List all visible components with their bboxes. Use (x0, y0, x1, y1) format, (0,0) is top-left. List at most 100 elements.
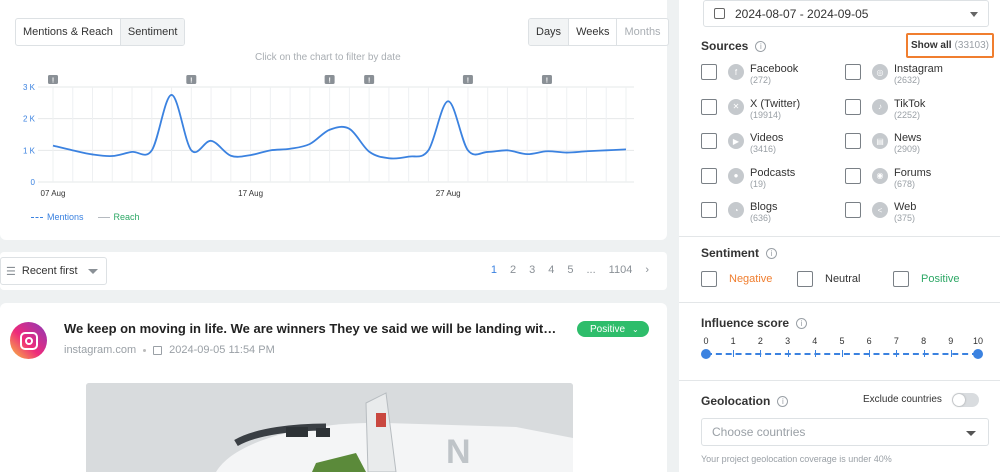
mentions-line-chart[interactable]: 0 1 K 2 K 3 K 07 Aug 17 Aug 27 Aug!!!!!! (0, 70, 667, 200)
influence-tick-label: 6 (866, 336, 872, 346)
source-checkbox[interactable] (701, 64, 717, 80)
mention-title[interactable]: We keep on moving in life. We are winner… (64, 321, 564, 336)
source-checkbox[interactable] (845, 202, 861, 218)
page-2[interactable]: 2 (510, 264, 516, 276)
sentiment-filter-label: Sentiment (701, 246, 760, 260)
source-checkbox[interactable] (845, 64, 861, 80)
source-option-podcasts[interactable]: ● Podcasts (19) (701, 166, 796, 190)
source-option-forums[interactable]: ◉ Forums (678) (845, 166, 932, 190)
annotation-marker-glyph: ! (467, 78, 469, 85)
source-checkbox[interactable] (701, 167, 717, 184)
sort-label: Recent first (21, 265, 78, 277)
page-3[interactable]: 3 (529, 264, 535, 276)
source-count: (375) (894, 213, 916, 223)
sentiment-positive-option[interactable]: Positive (893, 271, 960, 287)
x-tick-label: 17 Aug (238, 189, 263, 198)
source-option-instagram[interactable]: ◎ Instagram (2632) (845, 64, 943, 86)
source-checkbox[interactable] (845, 98, 861, 115)
countries-select[interactable]: Choose countries (701, 418, 989, 446)
source-option-blogs[interactable]: ◔ Blogs (636) (701, 202, 778, 224)
days-tab[interactable]: Days (529, 19, 570, 45)
slider-max-handle[interactable] (973, 349, 983, 359)
airplane-photo: N (86, 383, 573, 472)
info-icon[interactable]: i (755, 40, 767, 52)
page-1[interactable]: 1 (491, 264, 497, 276)
mentions-chart-card: Mentions & Reach Sentiment Days Weeks Mo… (0, 0, 669, 240)
info-icon[interactable]: i (796, 317, 808, 329)
sort-icon: ☰ (6, 265, 16, 278)
separator-dot (143, 348, 147, 352)
annotation-marker-glyph: ! (328, 78, 330, 85)
annotation-marker-glyph: ! (546, 78, 548, 85)
show-all-sources-button[interactable]: Show all (33103) (906, 33, 994, 58)
legend-mentions-label: Mentions (47, 212, 84, 222)
influence-tick-label: 9 (948, 336, 954, 346)
mention-source[interactable]: instagram.com (64, 344, 136, 356)
series-mentions-line (52, 94, 627, 160)
source-name: Forums (894, 166, 932, 179)
source-option-news[interactable]: ▤ News (2909) (845, 133, 922, 155)
show-all-count: (33103) (954, 40, 990, 51)
influence-tick-label: 0 (703, 336, 709, 346)
mention-image[interactable]: N (86, 383, 573, 472)
sentiment-negative-option[interactable]: Negative (701, 271, 772, 287)
instagram-icon (10, 322, 47, 359)
source-count: (2252) (894, 109, 921, 120)
mention-date: 2024-09-05 11:54 PM (169, 344, 275, 356)
positive-label: Positive (921, 273, 960, 285)
legend-mentions[interactable]: Mentions (31, 212, 84, 222)
legend-reach[interactable]: Reach (97, 212, 140, 222)
influence-tick-mark (923, 350, 925, 357)
annotation-marker-glyph: ! (190, 78, 192, 85)
page-last[interactable]: 1104 (609, 264, 633, 276)
source-checkbox[interactable] (845, 167, 861, 184)
source-checkbox[interactable] (701, 202, 717, 218)
influence-tick-label: 4 (812, 336, 818, 346)
share-icon: < (872, 202, 888, 218)
countries-placeholder: Choose countries (712, 425, 806, 439)
source-count: (2909) (894, 144, 921, 154)
source-option-videos[interactable]: ▶ Videos (3416) (701, 133, 783, 155)
annotation-marker-glyph: ! (52, 78, 54, 85)
exclude-countries-toggle[interactable] (952, 393, 979, 407)
info-icon[interactable]: i (766, 247, 778, 259)
source-name: Podcasts (750, 166, 796, 179)
info-icon[interactable]: i (777, 395, 789, 407)
page-4[interactable]: 4 (548, 264, 554, 276)
source-count: (636) (750, 213, 772, 223)
page-5[interactable]: 5 (567, 264, 573, 276)
sort-dropdown[interactable]: ☰ Recent first (0, 257, 107, 285)
months-tab[interactable]: Months (617, 19, 667, 45)
negative-checkbox[interactable] (701, 271, 717, 287)
source-checkbox[interactable] (701, 98, 717, 115)
y-tick-label: 2 K (23, 115, 36, 124)
play-icon: ▶ (728, 133, 744, 149)
source-name: News (894, 132, 922, 144)
sentiment-badge[interactable]: Positive ⌄ (577, 321, 649, 337)
neutral-checkbox[interactable] (797, 271, 813, 287)
chat-icon: ◉ (872, 167, 888, 184)
influence-tick-mark (733, 350, 735, 357)
sentiment-badge-label: Positive (590, 323, 626, 335)
mentions-reach-tab[interactable]: Mentions & Reach (16, 19, 121, 45)
y-tick-label: 1 K (23, 146, 36, 155)
source-checkbox[interactable] (845, 133, 861, 149)
influence-score-label: Influence score (701, 316, 790, 330)
source-option-web[interactable]: < Web (375) (845, 202, 916, 224)
source-name: Instagram (894, 63, 943, 75)
source-option-facebook[interactable]: f Facebook (272) (701, 64, 798, 86)
source-option-x-twitter[interactable]: ✕ X (Twitter) (19914) (701, 98, 800, 121)
sentiment-tab[interactable]: Sentiment (120, 19, 185, 45)
next-page-icon[interactable]: › (645, 264, 649, 276)
x-icon: ✕ (728, 98, 744, 115)
svg-text:N: N (446, 433, 471, 471)
weeks-tab[interactable]: Weeks (569, 19, 618, 45)
source-checkbox[interactable] (701, 133, 717, 149)
slider-min-handle[interactable] (701, 349, 711, 359)
source-count: (19914) (750, 109, 782, 120)
sentiment-neutral-option[interactable]: Neutral (797, 271, 860, 287)
source-option-tiktok[interactable]: ♪ TikTok (2252) (845, 98, 925, 121)
date-range-picker[interactable]: 2024-08-07 - 2024-09-05 (703, 0, 989, 27)
positive-checkbox[interactable] (893, 271, 909, 287)
influence-tick-label: 8 (921, 336, 927, 346)
